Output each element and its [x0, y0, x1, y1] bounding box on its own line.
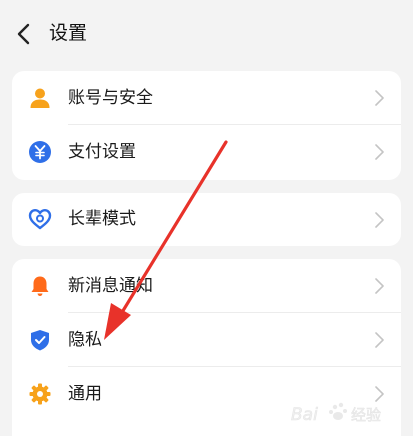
back-icon[interactable]	[12, 20, 38, 48]
page-title: 设置	[49, 22, 88, 44]
settings-item-payment[interactable]: 支付设置	[12, 125, 401, 179]
settings-item-notifications[interactable]: 新消息通知	[12, 259, 401, 313]
settings-item-label: 隐私	[68, 330, 102, 350]
svg-text:经验: 经验	[351, 406, 381, 424]
settings-item-privacy[interactable]: 隐私	[12, 313, 401, 367]
settings-group-elder: 长辈模式	[12, 193, 401, 246]
gear-icon	[29, 383, 51, 405]
yuan-icon	[29, 141, 51, 163]
baidu-logo-icon: Bai 经验	[291, 402, 381, 425]
watermark-logo: Bai 经验	[287, 394, 405, 432]
header: 设置	[0, 0, 413, 68]
chevron-right-icon	[375, 144, 384, 160]
chevron-right-icon	[375, 212, 384, 228]
settings-item-label: 账号与安全	[68, 88, 153, 108]
settings-item-label: 支付设置	[68, 142, 136, 162]
settings-item-label: 通用	[68, 384, 102, 404]
svg-text:Bai: Bai	[291, 405, 318, 425]
settings-item-elder-mode[interactable]: 长辈模式	[12, 193, 401, 246]
chevron-right-icon	[375, 90, 384, 106]
settings-item-label: 长辈模式	[68, 209, 136, 229]
settings-item-account-security[interactable]: 账号与安全	[12, 71, 401, 125]
bell-icon	[31, 276, 49, 296]
shield-check-icon	[31, 330, 49, 351]
heart-icon	[28, 209, 52, 230]
person-icon	[30, 88, 50, 108]
chevron-right-icon	[375, 332, 384, 348]
settings-group-account: 账号与安全 支付设置	[12, 71, 401, 180]
chevron-right-icon	[375, 278, 384, 294]
settings-item-label: 新消息通知	[68, 276, 153, 296]
